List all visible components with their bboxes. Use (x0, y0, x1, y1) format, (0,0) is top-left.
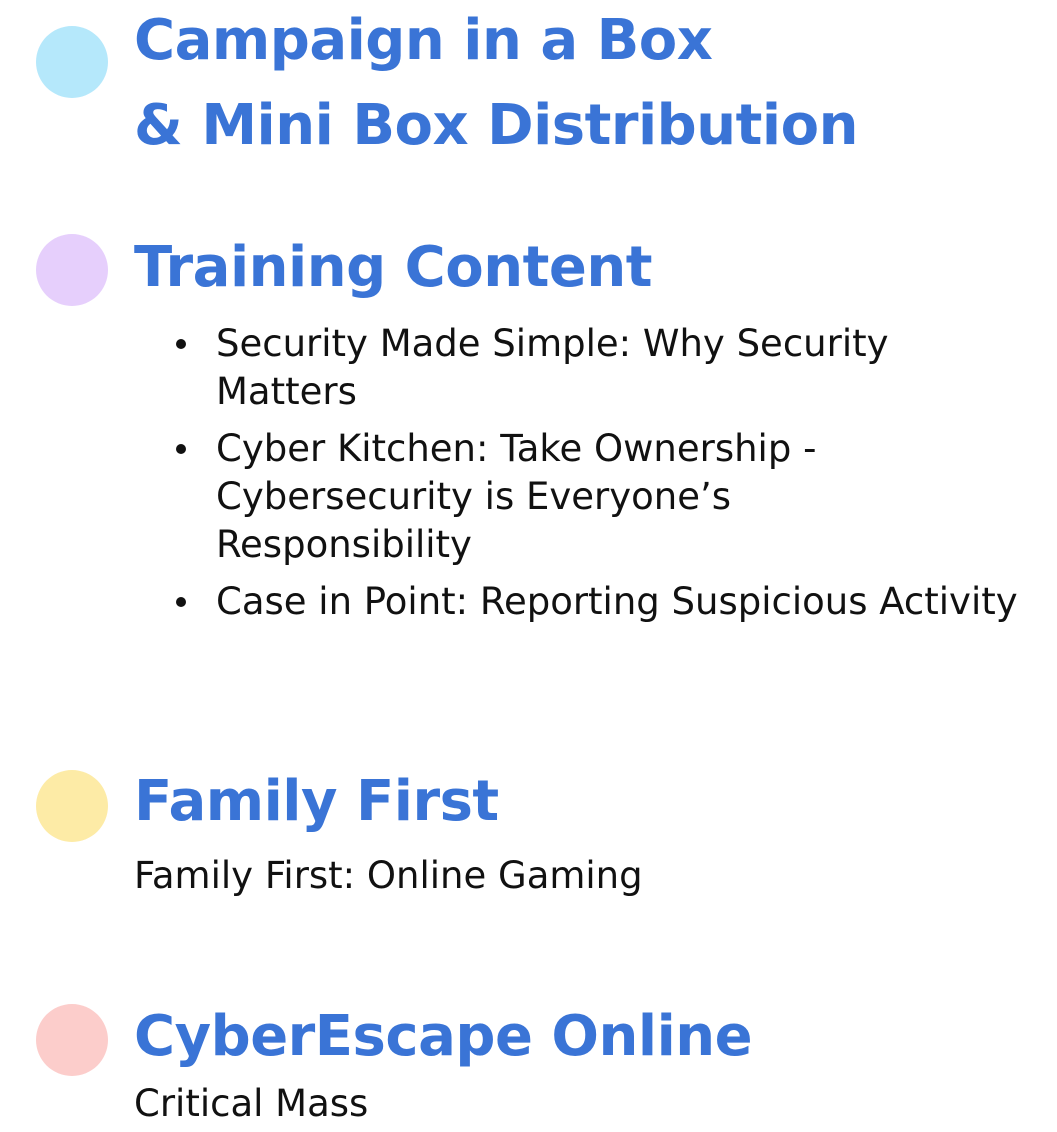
campaign-title-line1: Campaign in a Box (134, 8, 713, 73)
training-list-item: Security Made Simple: Why Security Matte… (170, 320, 1036, 416)
campaign-title-line2: & Mini Box Distribution (134, 93, 858, 158)
cyberescape-title: CyberEscape Online (134, 1004, 753, 1069)
family-dot-icon (36, 770, 108, 842)
bullet-icon (176, 597, 186, 607)
cyberescape-dot-icon (36, 1004, 108, 1076)
family-title: Family First (134, 769, 499, 834)
bullet-icon (176, 339, 186, 349)
training-list-item: Case in Point: Reporting Suspicious Acti… (170, 578, 1036, 626)
training-item-label: Cyber Kitchen: Take Ownership - Cybersec… (216, 427, 817, 566)
campaign-dot-icon (36, 26, 108, 98)
training-item-label: Case in Point: Reporting Suspicious Acti… (216, 580, 1018, 623)
family-subtitle: Family First: Online Gaming (134, 854, 643, 897)
training-dot-icon (36, 234, 108, 306)
training-list: Security Made Simple: Why Security Matte… (170, 320, 1030, 635)
training-list-item: Cyber Kitchen: Take Ownership - Cybersec… (170, 425, 936, 569)
bullet-icon (176, 444, 186, 454)
training-item-label: Security Made Simple: Why Security Matte… (216, 322, 889, 413)
training-title: Training Content (134, 235, 652, 300)
cyberescape-subtitle: Critical Mass (134, 1082, 369, 1125)
